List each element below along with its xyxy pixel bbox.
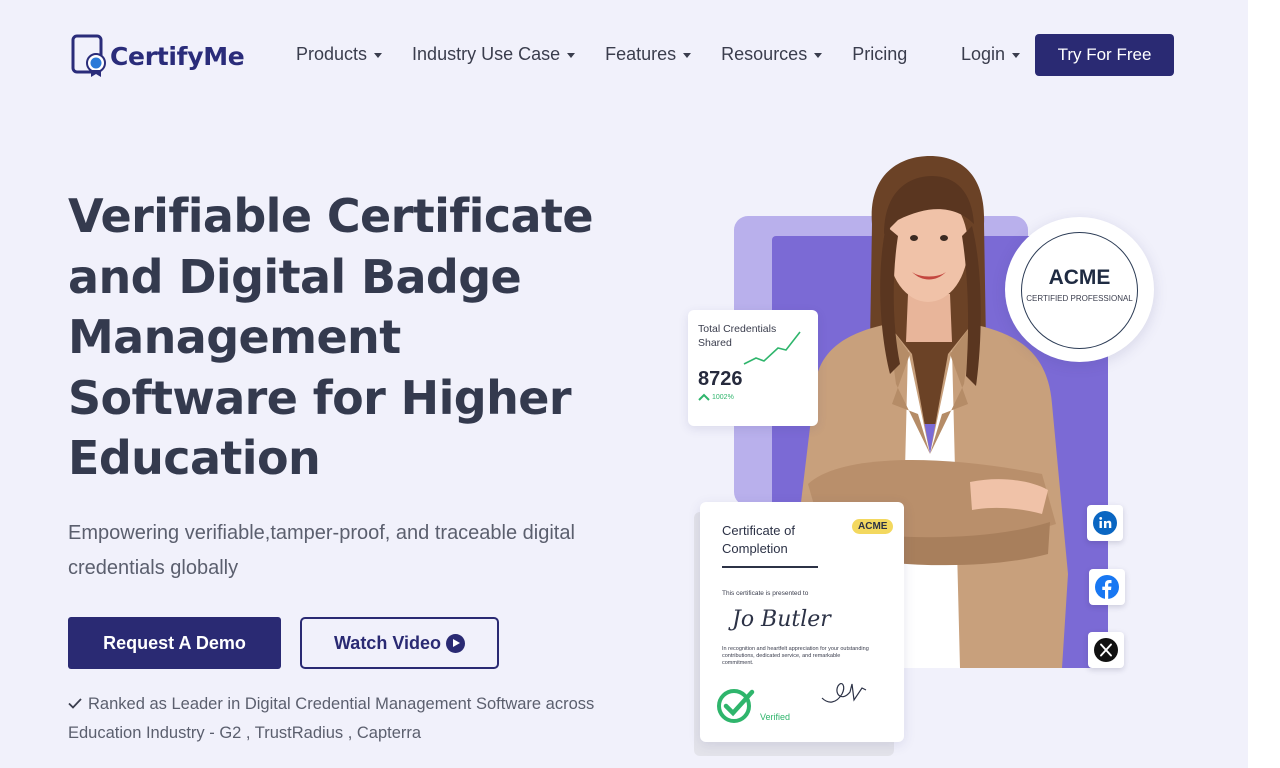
verified-stamp: Verified (716, 686, 790, 724)
certificate-recipient: Jo Butler (732, 607, 831, 632)
acme-badge: ACME CERTIFIED PROFESSIONAL (1005, 217, 1154, 362)
nav-item-pricing[interactable]: Pricing (852, 44, 907, 65)
main-nav: Products Industry Use Case Features Reso… (296, 44, 937, 65)
linkedin-button[interactable] (1087, 505, 1123, 541)
check-icon (68, 690, 84, 719)
brand-name: CertifyMe (110, 41, 245, 71)
ranking-note: Ranked as Leader in Digital Credential M… (68, 690, 608, 748)
nav-item-resources[interactable]: Resources (721, 44, 823, 65)
certificate-body: In recognition and heartfelt appreciatio… (722, 646, 869, 666)
caret-down-icon (374, 53, 383, 58)
page: CertifyMe Products Industry Use Case Fea… (0, 0, 1248, 768)
logo[interactable]: CertifyMe (70, 34, 245, 78)
nav-item-label: Features (605, 44, 677, 64)
caret-down-icon (814, 53, 823, 58)
certificate-presented: This certificate is presented to (722, 590, 809, 597)
watch-video-label: Watch Video (333, 632, 441, 653)
login-label: Login (961, 44, 1006, 64)
request-demo-button[interactable]: Request A Demo (68, 617, 281, 669)
certificate-title: Certificate of Completion (722, 523, 795, 556)
stats-growth: 1002% (698, 393, 808, 401)
badge-title: ACME (1048, 266, 1111, 289)
facebook-icon (1095, 575, 1119, 599)
caret-down-icon (683, 53, 692, 58)
nav-item-features[interactable]: Features (605, 44, 692, 65)
credentials-stats-card: Total Credentials Shared 8726 1002% (688, 310, 818, 426)
badge-subtitle: CERTIFIED PROFESSIONAL (1026, 294, 1133, 303)
verified-check-icon (717, 689, 755, 723)
hero-subtitle: Empowering verifiable,tamper-proof, and … (68, 522, 575, 579)
verified-label: Verified (760, 712, 791, 722)
caret-down-icon (1012, 53, 1021, 58)
up-arrow-icon (698, 393, 710, 401)
x-button[interactable] (1088, 632, 1124, 668)
certificate-card: Certificate of Completion ACME This cert… (700, 502, 904, 742)
signature-icon (821, 683, 867, 703)
try-for-free-button[interactable]: Try For Free (1035, 34, 1174, 76)
nav-item-label: Resources (721, 44, 808, 64)
trend-line-icon (743, 331, 801, 365)
facebook-button[interactable] (1089, 569, 1125, 605)
watch-video-button[interactable]: Watch Video (300, 617, 499, 669)
badge-ring: ACME CERTIFIED PROFESSIONAL (1021, 232, 1138, 349)
x-icon (1094, 638, 1118, 662)
certificate-divider (722, 566, 818, 568)
login-menu[interactable]: Login (961, 44, 1021, 65)
nav-item-products[interactable]: Products (296, 44, 383, 65)
nav-item-label: Pricing (852, 44, 908, 64)
linkedin-icon (1093, 511, 1117, 535)
hero-title: Verifiable Certificate and Digital Badge… (68, 189, 594, 485)
stats-value: 8726 (698, 368, 743, 390)
certificate-tag: ACME (852, 519, 894, 534)
nav-item-label: Products (296, 44, 368, 64)
ranking-text: Ranked as Leader in Digital Credential M… (68, 695, 595, 742)
growth-value: 1002% (712, 393, 734, 401)
certificate-logo-icon (70, 34, 108, 78)
play-icon (446, 633, 465, 653)
nav-item-industry-use-case[interactable]: Industry Use Case (412, 44, 576, 65)
nav-item-label: Industry Use Case (412, 44, 561, 64)
caret-down-icon (567, 53, 576, 58)
